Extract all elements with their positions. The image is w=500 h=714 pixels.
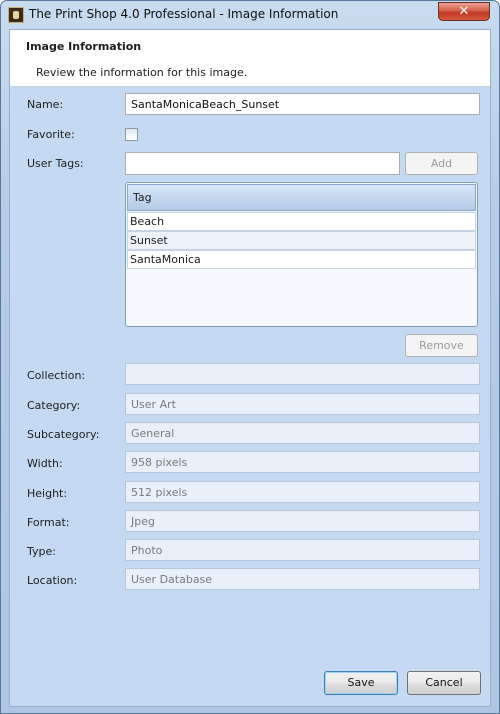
tag-list[interactable]: Tag Beach Sunset SantaMonica [125, 182, 478, 327]
save-button[interactable]: Save [324, 671, 398, 695]
favorite-checkbox[interactable] [125, 128, 138, 141]
width-label: Width: [27, 457, 63, 470]
format-value: Jpeg [131, 515, 155, 528]
name-field[interactable]: SantaMonicaBeach_Sunset [125, 93, 480, 115]
format-label: Format: [27, 516, 70, 529]
cancel-button[interactable]: Cancel [407, 671, 481, 695]
tag-row-sunset[interactable]: Sunset [127, 231, 476, 250]
format-field: Jpeg [125, 510, 480, 532]
dialog-header: Image Information Review the information… [10, 30, 490, 87]
category-field: User Art [125, 393, 480, 415]
type-value: Photo [131, 544, 163, 557]
subcategory-value: General [131, 427, 175, 440]
name-label: Name: [27, 98, 64, 111]
window-title: The Print Shop 4.0 Professional - Image … [29, 7, 339, 21]
favorite-label: Favorite: [27, 128, 75, 141]
tag-row-santamonica[interactable]: SantaMonica [127, 250, 476, 269]
height-field: 512 pixels [125, 481, 480, 503]
close-button[interactable]: ✕ [438, 2, 490, 21]
close-icon: ✕ [458, 4, 470, 19]
height-value: 512 pixels [131, 486, 188, 499]
category-value: User Art [131, 398, 176, 411]
user-tags-input[interactable] [125, 152, 400, 175]
type-label: Type: [27, 545, 56, 558]
collection-field [125, 363, 480, 385]
location-label: Location: [27, 574, 78, 587]
tag-row-label: SantaMonica [130, 253, 201, 266]
location-value: User Database [131, 573, 213, 586]
remove-tag-button[interactable]: Remove [405, 334, 478, 357]
tag-row-beach[interactable]: Beach [127, 212, 476, 231]
name-value: SantaMonicaBeach_Sunset [131, 98, 280, 111]
dialog-body: Image Information Review the information… [9, 29, 491, 707]
tag-row-label: Sunset [130, 234, 168, 247]
location-field: User Database [125, 568, 480, 590]
add-tag-button[interactable]: Add [405, 152, 478, 175]
width-field: 958 pixels [125, 451, 480, 473]
type-field: Photo [125, 539, 480, 561]
subcategory-field: General [125, 422, 480, 444]
collection-label: Collection: [27, 369, 86, 382]
height-label: Height: [27, 487, 68, 500]
header-description: Review the information for this image. [36, 66, 248, 79]
tag-column-header-label: Tag [133, 191, 152, 204]
width-value: 958 pixels [131, 456, 188, 469]
subcategory-label: Subcategory: [27, 428, 100, 441]
category-label: Category: [27, 399, 81, 412]
tag-column-header[interactable]: Tag [127, 184, 476, 211]
tag-row-label: Beach [130, 215, 165, 228]
header-title: Image Information [26, 40, 142, 53]
user-tags-label: User Tags: [27, 157, 84, 170]
image-information-dialog: The Print Shop 4.0 Professional - Image … [0, 0, 500, 714]
print-shop-app-icon [8, 7, 24, 23]
title-bar[interactable]: The Print Shop 4.0 Professional - Image … [1, 1, 499, 29]
